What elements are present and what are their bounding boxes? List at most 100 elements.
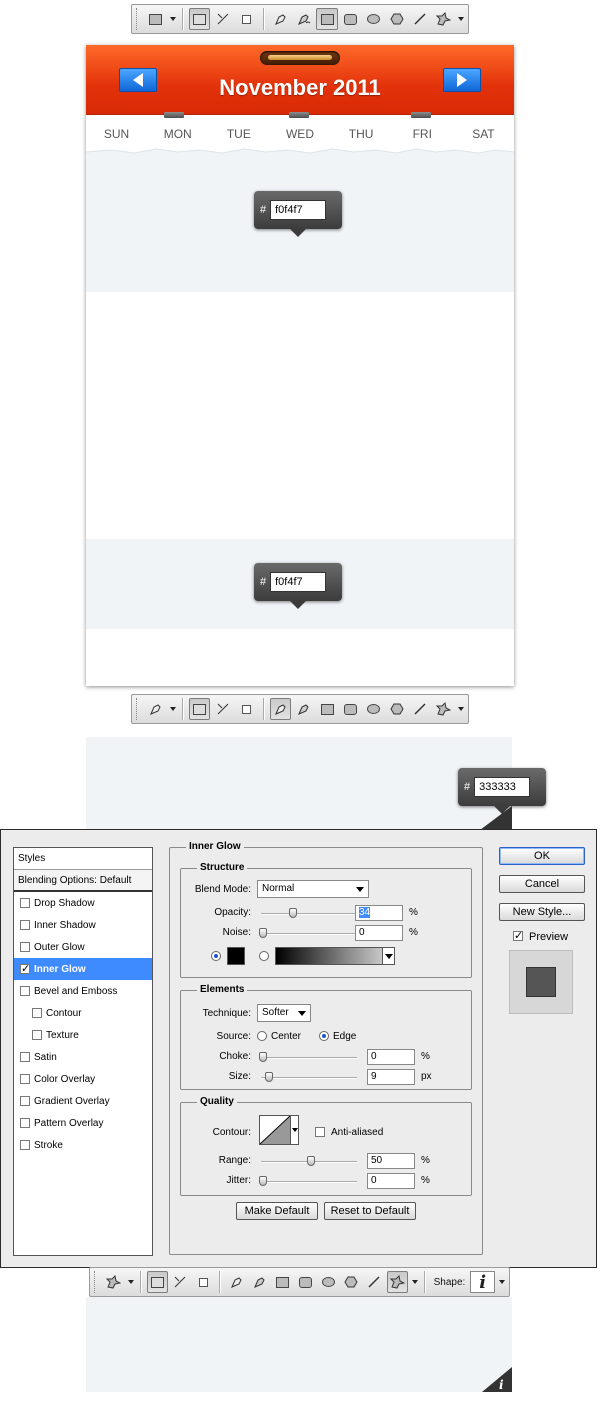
source-edge-radio[interactable]: [319, 1031, 329, 1041]
checkbox-checked[interactable]: [20, 962, 30, 975]
slider-thumb[interactable]: [259, 1176, 267, 1186]
hex-field[interactable]: f0f4f7: [270, 200, 327, 220]
chevron-down-icon[interactable]: [170, 707, 177, 711]
size-slider[interactable]: [261, 1072, 357, 1082]
reset-default-button[interactable]: Reset to Default: [324, 1202, 416, 1220]
slider-thumb[interactable]: [259, 928, 267, 938]
pen-icon[interactable]: [269, 698, 292, 720]
style-item-color-overlay[interactable]: Color Overlay: [14, 1068, 152, 1090]
checkbox[interactable]: [20, 1074, 30, 1084]
styles-header[interactable]: Styles: [14, 848, 152, 870]
choke-slider[interactable]: [259, 1052, 357, 1062]
blending-options-item[interactable]: Blending Options: Default: [14, 870, 152, 892]
rounded-rectangle-icon[interactable]: [340, 8, 361, 30]
make-default-button[interactable]: Make Default: [236, 1202, 318, 1220]
rectangle-icon[interactable]: [316, 8, 338, 30]
checkbox[interactable]: [20, 898, 30, 908]
blend-mode-select[interactable]: Normal: [257, 880, 369, 898]
slider-thumb[interactable]: [307, 1156, 315, 1166]
style-item-drop-shadow[interactable]: Drop Shadow: [14, 892, 152, 914]
style-item-inner-shadow[interactable]: Inner Shadow: [14, 914, 152, 936]
jitter-input[interactable]: 0: [367, 1173, 415, 1189]
toolbar-grip[interactable]: [136, 698, 139, 720]
shape-picker[interactable]: i: [470, 1271, 496, 1293]
style-item-inner-glow[interactable]: Inner Glow: [14, 958, 152, 980]
next-month-button[interactable]: [443, 68, 481, 92]
custom-shape-icon[interactable]: [386, 1271, 408, 1293]
chevron-down-icon[interactable]: [458, 17, 465, 21]
slider-thumb[interactable]: [259, 1052, 267, 1062]
line-icon[interactable]: [364, 1271, 385, 1293]
line-icon[interactable]: [410, 698, 431, 720]
polygon-icon[interactable]: [386, 698, 407, 720]
technique-select[interactable]: Softer: [257, 1004, 311, 1022]
custom-shape-icon[interactable]: [433, 698, 454, 720]
style-item-stroke[interactable]: Stroke: [14, 1134, 152, 1156]
checkbox[interactable]: [20, 1140, 30, 1150]
noise-input[interactable]: 0: [355, 925, 403, 941]
noise-slider[interactable]: [259, 928, 357, 938]
gradient-picker[interactable]: [275, 947, 395, 965]
choke-input[interactable]: 0: [367, 1049, 415, 1065]
opacity-slider[interactable]: [261, 908, 357, 918]
checkbox[interactable]: [20, 942, 30, 952]
paths-icon[interactable]: [212, 8, 233, 30]
shape-layers-icon[interactable]: [189, 698, 211, 720]
style-item-texture[interactable]: Texture: [14, 1024, 152, 1046]
rectangle-icon[interactable]: [272, 1271, 293, 1293]
center-label[interactable]: Center: [271, 1031, 301, 1042]
style-item-satin[interactable]: Satin: [14, 1046, 152, 1068]
slider-thumb[interactable]: [265, 1072, 273, 1082]
ellipse-icon[interactable]: [363, 8, 384, 30]
toolbar-grip[interactable]: [94, 1271, 97, 1293]
cancel-button[interactable]: Cancel: [499, 875, 585, 893]
new-style-button[interactable]: New Style...: [499, 903, 585, 921]
checkbox[interactable]: [32, 1008, 42, 1018]
edge-label[interactable]: Edge: [333, 1031, 356, 1042]
range-slider[interactable]: [261, 1156, 357, 1166]
freeform-pen-icon[interactable]: [293, 8, 314, 30]
ok-button[interactable]: OK: [499, 847, 585, 865]
gradient-radio[interactable]: [259, 951, 269, 961]
source-center-radio[interactable]: [257, 1031, 267, 1041]
freeform-pen-icon[interactable]: [293, 698, 314, 720]
pen-icon[interactable]: [270, 8, 291, 30]
paths-icon[interactable]: [170, 1271, 191, 1293]
size-input[interactable]: 9: [367, 1069, 415, 1085]
toolbar-grip[interactable]: [136, 8, 139, 30]
hex-field[interactable]: 333333: [474, 777, 531, 797]
polygon-icon[interactable]: [386, 8, 407, 30]
paths-icon[interactable]: [212, 698, 233, 720]
fill-pixels-icon[interactable]: [193, 1271, 214, 1293]
fill-pixels-icon[interactable]: [236, 8, 257, 30]
custom-shape-icon[interactable]: [433, 8, 454, 30]
rectangle-icon[interactable]: [316, 698, 337, 720]
ellipse-icon[interactable]: [318, 1271, 339, 1293]
chevron-down-icon[interactable]: [170, 17, 177, 21]
pen-tool-icon[interactable]: [145, 698, 166, 720]
opacity-input[interactable]: 34: [355, 905, 403, 921]
polygon-icon[interactable]: [341, 1271, 362, 1293]
slider-thumb[interactable]: [289, 908, 297, 918]
glow-color-swatch[interactable]: [227, 947, 245, 965]
checkbox[interactable]: [20, 986, 30, 996]
jitter-slider[interactable]: [259, 1176, 357, 1186]
style-item-pattern-overlay[interactable]: Pattern Overlay: [14, 1112, 152, 1134]
checkbox[interactable]: [20, 1052, 30, 1062]
shape-layers-icon[interactable]: [146, 1271, 168, 1293]
contour-picker[interactable]: [259, 1115, 299, 1145]
rectangle-tool-icon[interactable]: [145, 8, 166, 30]
style-item-gradient-overlay[interactable]: Gradient Overlay: [14, 1090, 152, 1112]
preview-checkbox[interactable]: [513, 929, 523, 942]
chevron-down-icon[interactable]: [458, 707, 465, 711]
custom-shape-tool-icon[interactable]: [103, 1271, 124, 1293]
line-icon[interactable]: [410, 8, 431, 30]
style-item-contour[interactable]: Contour: [14, 1002, 152, 1024]
shape-layers-icon[interactable]: [189, 8, 211, 30]
checkbox[interactable]: [20, 920, 30, 930]
rounded-rectangle-icon[interactable]: [340, 698, 361, 720]
style-item-outer-glow[interactable]: Outer Glow: [14, 936, 152, 958]
hex-field[interactable]: f0f4f7: [270, 572, 327, 592]
anti-aliased-checkbox[interactable]: [315, 1127, 325, 1137]
chevron-down-icon[interactable]: [411, 1280, 418, 1284]
